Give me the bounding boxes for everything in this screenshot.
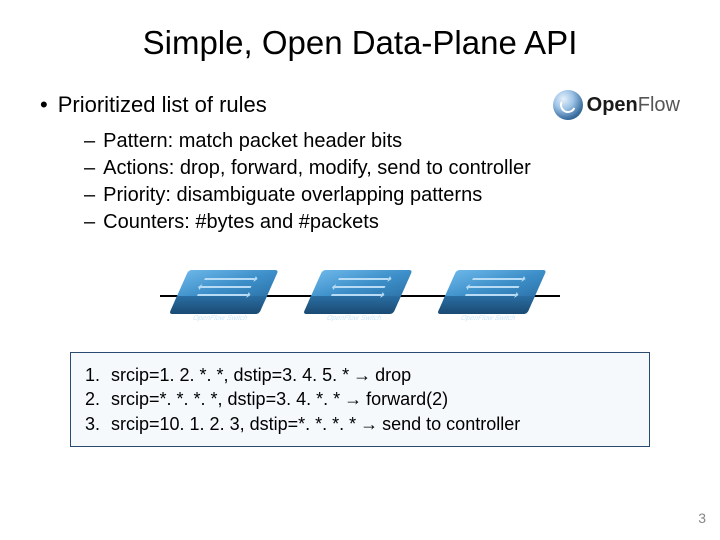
main-bullet-text: Prioritized list of rules (58, 92, 267, 118)
sub-bullet-text: Priority: disambiguate overlapping patte… (103, 184, 482, 207)
dash-icon: – (84, 130, 95, 153)
rules-table: 1. srcip=1. 2. *. *, dstip=3. 4. 5. * → … (70, 352, 650, 447)
globe-swirl-icon (553, 90, 583, 120)
openflow-logo-text: OpenFlow (587, 94, 680, 117)
main-bullet: • Prioritized list of rules (40, 92, 267, 118)
rule-number: 3. (85, 412, 111, 436)
switch-icon: OpenFlow Switch (181, 270, 271, 320)
sub-bullet: – Actions: drop, forward, modify, send t… (84, 157, 680, 180)
slide-number: 3 (698, 510, 706, 526)
dash-icon: – (84, 184, 95, 207)
rule-row: 2. srcip=*. *. *. *, dstip=3. 4. *. * → … (85, 387, 635, 411)
rule-row: 1. srcip=1. 2. *. *, dstip=3. 4. 5. * → … (85, 363, 635, 387)
switch-diagram: OpenFlow Switch OpenFlow Switch OpenFlow… (40, 260, 680, 330)
arrow-right-icon: → (353, 363, 371, 387)
rule-match: srcip=1. 2. *. *, dstip=3. 4. 5. * (111, 363, 349, 387)
rule-match: srcip=10. 1. 2. 3, dstip=*. *. *. * (111, 412, 356, 436)
rule-number: 1. (85, 363, 111, 387)
rule-number: 2. (85, 387, 111, 411)
dash-icon: – (84, 157, 95, 180)
openflow-logo: OpenFlow (553, 90, 680, 120)
rule-row: 3. srcip=10. 1. 2. 3, dstip=*. *. *. * →… (85, 412, 635, 436)
logo-brand: Open (587, 94, 638, 116)
sub-bullet-text: Counters: #bytes and #packets (103, 211, 379, 234)
rule-match: srcip=*. *. *. *, dstip=3. 4. *. * (111, 387, 340, 411)
switch-caption: OpenFlow Switch (441, 315, 534, 322)
switch-icon: OpenFlow Switch (449, 270, 539, 320)
main-bullet-row: • Prioritized list of rules OpenFlow (40, 90, 680, 120)
arrow-right-icon: → (344, 387, 362, 411)
rule-action: drop (375, 363, 411, 387)
slide-title: Simple, Open Data-Plane API (40, 24, 680, 62)
switch-caption: OpenFlow Switch (173, 315, 266, 322)
switch-caption: OpenFlow Switch (307, 315, 400, 322)
sub-bullet: – Pattern: match packet header bits (84, 130, 680, 153)
logo-suffix: Flow (638, 94, 680, 116)
sub-bullet-text: Actions: drop, forward, modify, send to … (103, 157, 531, 180)
dash-icon: – (84, 211, 95, 234)
arrow-right-icon: → (360, 412, 378, 436)
sub-bullet-text: Pattern: match packet header bits (103, 130, 402, 153)
rule-action: forward(2) (366, 387, 448, 411)
sub-bullet: – Priority: disambiguate overlapping pat… (84, 184, 680, 207)
sub-bullet-list: – Pattern: match packet header bits – Ac… (84, 130, 680, 234)
switch-icon: OpenFlow Switch (315, 270, 405, 320)
sub-bullet: – Counters: #bytes and #packets (84, 211, 680, 234)
bullet-dot-icon: • (40, 92, 48, 118)
rule-action: send to controller (382, 412, 520, 436)
